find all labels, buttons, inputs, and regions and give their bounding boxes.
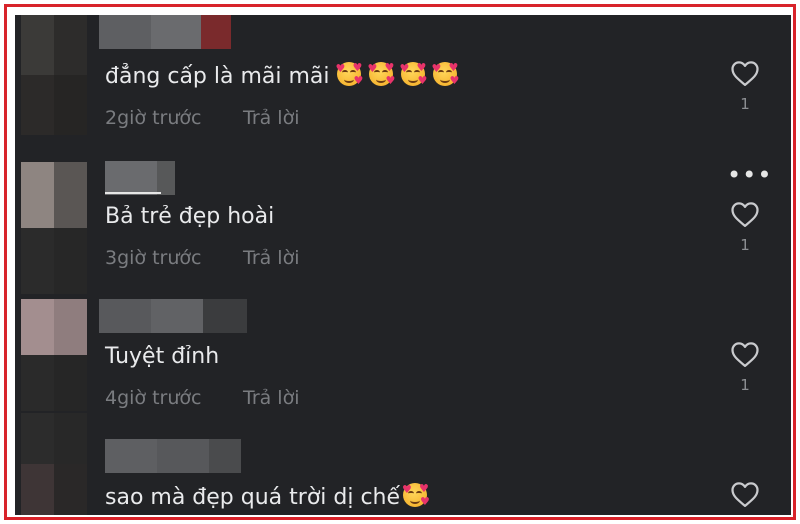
heart-outline-icon[interactable] [730, 200, 760, 228]
comment-time: 3giờ trước [105, 247, 202, 269]
reply-button[interactable]: Trả lời [243, 107, 300, 129]
like-button[interactable]: 1 [727, 59, 763, 113]
comment-text: Tuyệt đỉnh [105, 344, 220, 369]
avatar[interactable] [21, 413, 87, 515]
smiling-face-with-hearts-emoji: ♥ ♥ ♥ [402, 482, 430, 508]
heart-outline-icon[interactable] [730, 480, 760, 508]
like-button[interactable]: 1 [727, 340, 763, 394]
comment-meta: 4giờ trước Trả lời [105, 387, 300, 409]
heart-outline-icon[interactable] [730, 340, 760, 368]
like-button[interactable]: 1 [727, 200, 763, 254]
username-blurred[interactable] [99, 161, 175, 195]
username-blurred[interactable] [99, 299, 247, 333]
avatar[interactable] [21, 15, 87, 135]
avatar[interactable] [21, 162, 87, 294]
reply-button[interactable]: Trả lời [243, 247, 300, 269]
comment-text: đẳng cấp là mãi mãi [105, 64, 330, 89]
comment-text-row: sao mà đẹp quá trời dị chế ♥ ♥ ♥ [105, 482, 430, 513]
more-horizontal-icon[interactable]: ••• [727, 163, 771, 187]
smiling-face-with-hearts-emoji: ♥ ♥ ♥ [335, 61, 364, 87]
like-count: 1 [740, 95, 750, 113]
like-count: 1 [740, 376, 750, 394]
username-blurred[interactable] [99, 15, 231, 49]
screenshot-frame: đẳng cấp là mãi mãi ♥ ♥ ♥ ♥ ♥ ♥ ♥ ♥ ♥ ♥ ♥ ♥ 2giờ trư… [4, 4, 796, 520]
smiling-face-with-hearts-emoji: ♥ ♥ ♥ [431, 61, 460, 87]
like-button[interactable] [727, 480, 763, 508]
comment-text-row: đẳng cấp là mãi mãi ♥ ♥ ♥ ♥ ♥ ♥ ♥ ♥ ♥ ♥ ♥ ♥ [105, 61, 460, 92]
reply-button[interactable]: Trả lời [243, 387, 300, 409]
comment-time: 2giờ trước [105, 107, 202, 129]
smiling-face-with-hearts-emoji: ♥ ♥ ♥ [399, 61, 428, 87]
username-underline [105, 192, 161, 194]
smiling-face-with-hearts-emoji: ♥ ♥ ♥ [367, 61, 396, 87]
like-count: 1 [740, 236, 750, 254]
comment-meta: 2giờ trước Trả lời [105, 107, 300, 129]
comment-text: sao mà đẹp quá trời dị chế [105, 485, 401, 510]
comment-text: Bả trẻ đẹp hoài [105, 204, 275, 229]
comment-time: 4giờ trước [105, 387, 202, 409]
comment-meta: 3giờ trước Trả lời [105, 247, 300, 269]
comments-panel: đẳng cấp là mãi mãi ♥ ♥ ♥ ♥ ♥ ♥ ♥ ♥ ♥ ♥ ♥ ♥ 2giờ trư… [15, 15, 791, 515]
avatar[interactable] [21, 299, 87, 411]
username-blurred[interactable] [99, 439, 241, 473]
heart-outline-icon[interactable] [730, 59, 760, 87]
emoji-group: ♥ ♥ ♥ ♥ ♥ ♥ ♥ ♥ ♥ ♥ ♥ ♥ [330, 61, 460, 89]
